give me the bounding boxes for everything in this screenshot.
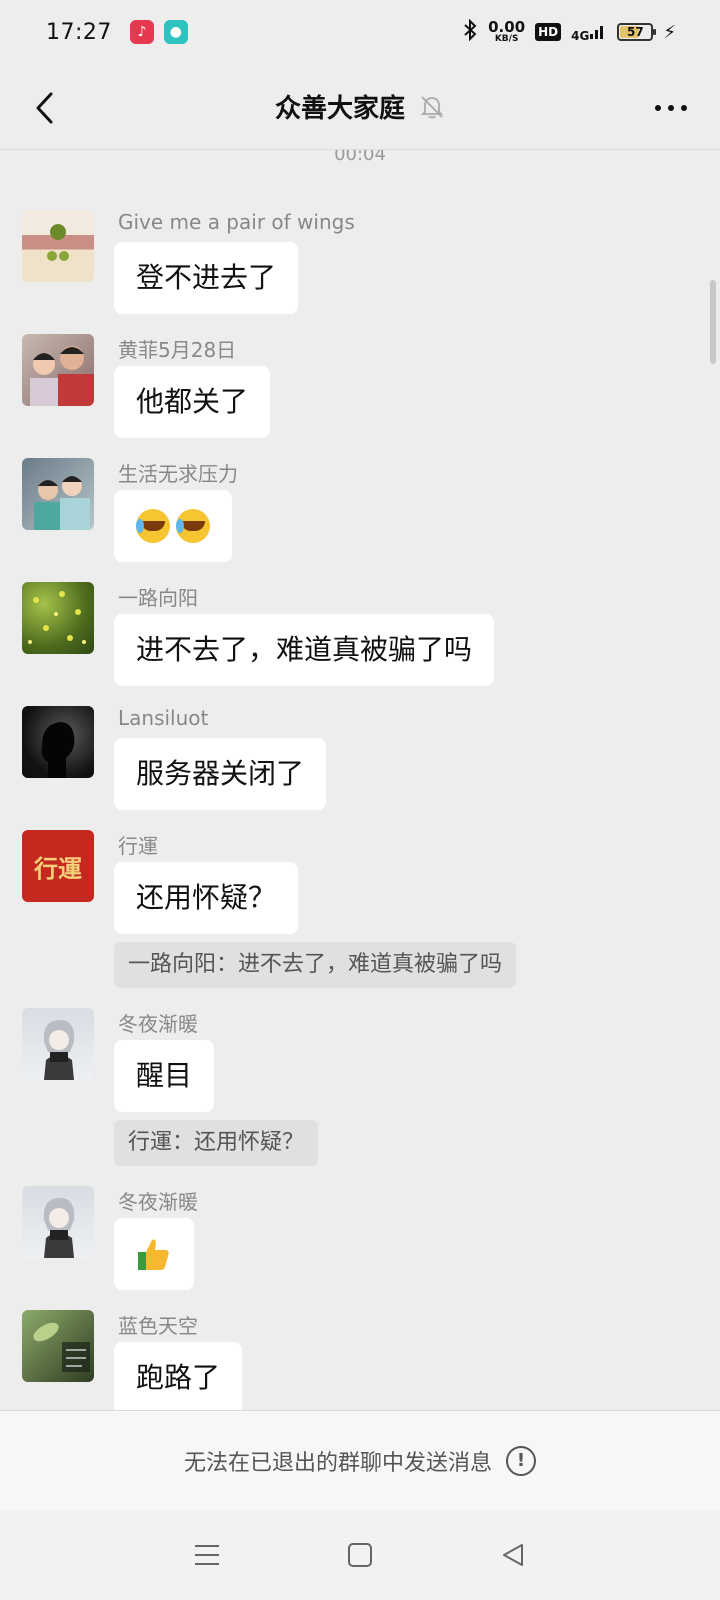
status-indicators: 0.00 KB/S HD 4G 57 ⚡: [462, 18, 676, 45]
network-speed-value: 0.00: [488, 18, 526, 36]
status-bar: 17:27 ♪ ● 0.00 KB/S HD 4G 57 ⚡: [0, 0, 720, 64]
avatar[interactable]: [22, 1008, 94, 1080]
home-button[interactable]: [335, 1530, 385, 1580]
network-speed: 0.00 KB/S: [488, 20, 525, 44]
network-speed-unit: KB/S: [494, 34, 519, 44]
message-bubble[interactable]: 还用怀疑？: [114, 862, 299, 934]
status-time: 17:27: [46, 19, 112, 45]
thumbs-up-emoji: [138, 1239, 169, 1270]
back-triangle-icon: [503, 1544, 524, 1566]
title-wrap: 众善大家庭: [275, 88, 445, 125]
avatar[interactable]: [22, 706, 94, 778]
network-type: 4G: [571, 28, 590, 43]
sender-name: Give me a pair of wings: [118, 210, 355, 234]
message-bubble[interactable]: 他都关了: [114, 366, 271, 438]
menu-lines-icon: [194, 1545, 219, 1565]
avatar[interactable]: 行運: [22, 830, 94, 902]
system-nav-bar: [0, 1510, 720, 1600]
sender-name: 黄菲5月28日: [118, 338, 237, 362]
notice-text: 无法在已退出的群聊中发送消息: [183, 1450, 492, 1476]
chat-title: 众善大家庭: [274, 94, 405, 124]
signal-icon: 4G: [571, 22, 607, 43]
facepalm-emoji: [136, 509, 170, 543]
info-icon[interactable]: !: [506, 1445, 536, 1476]
avatar[interactable]: [22, 582, 94, 654]
message-bubble[interactable]: 跑路了: [114, 1342, 243, 1410]
music-app-icon: ♪: [129, 20, 154, 44]
message-bubble[interactable]: [114, 490, 232, 562]
sender-name: 一路向阳: [118, 586, 198, 610]
avatar[interactable]: [22, 210, 94, 282]
home-square-icon: [347, 1543, 372, 1567]
quoted-message[interactable]: 行運：还用怀疑？: [114, 1120, 319, 1166]
message-list[interactable]: 00:04 Give me a pair of wings 登不进去了 黄菲5月…: [0, 150, 720, 1410]
message-timestamp: 00:04: [334, 150, 386, 165]
charging-icon: ⚡: [663, 21, 676, 43]
avatar[interactable]: [22, 458, 94, 530]
back-button[interactable]: [24, 86, 64, 130]
message-bubble[interactable]: 登不进去了: [114, 242, 299, 314]
sender-name: 行運: [118, 834, 158, 858]
sender-name: 蓝色天空: [118, 1314, 198, 1338]
menu-button[interactable]: [182, 1530, 232, 1580]
video-app-icon: ●: [163, 20, 188, 44]
back-nav-button[interactable]: [488, 1530, 538, 1580]
mute-bell-icon: [420, 95, 444, 118]
sender-name: Lansiluot: [118, 706, 209, 730]
sender-name: 冬夜渐暖: [118, 1190, 198, 1214]
sender-name: 冬夜渐暖: [118, 1012, 198, 1036]
avatar[interactable]: [22, 1310, 94, 1382]
avatar-calligraphy: 行運: [34, 853, 82, 883]
message-bubble[interactable]: [114, 1218, 194, 1290]
message-bubble[interactable]: 醒目: [114, 1040, 215, 1112]
avatar[interactable]: [22, 334, 94, 406]
chat-header: 众善大家庭: [0, 64, 720, 150]
emoji-row: [136, 1218, 172, 1290]
more-options-button[interactable]: [646, 86, 696, 130]
battery-icon: 57: [617, 23, 657, 41]
message-bubble[interactable]: 服务器关闭了: [114, 738, 327, 810]
bluetooth-icon: [462, 18, 478, 45]
quoted-message[interactable]: 一路向阳：进不去了，难道真被骗了吗: [114, 942, 517, 988]
more-dots-icon: [655, 105, 687, 111]
scrollbar[interactable]: [710, 280, 716, 364]
hd-badge: HD: [535, 23, 562, 41]
avatar[interactable]: [22, 1186, 94, 1258]
back-arrow-icon: [36, 92, 53, 124]
sender-name: 生活无求压力: [118, 462, 238, 486]
emoji-row: [136, 490, 210, 562]
battery-level: 57: [627, 25, 644, 39]
message-bubble[interactable]: 进不去了，难道真被骗了吗: [114, 614, 495, 686]
facepalm-emoji: [176, 509, 210, 543]
exited-group-notice: 无法在已退出的群聊中发送消息 !: [0, 1410, 720, 1510]
